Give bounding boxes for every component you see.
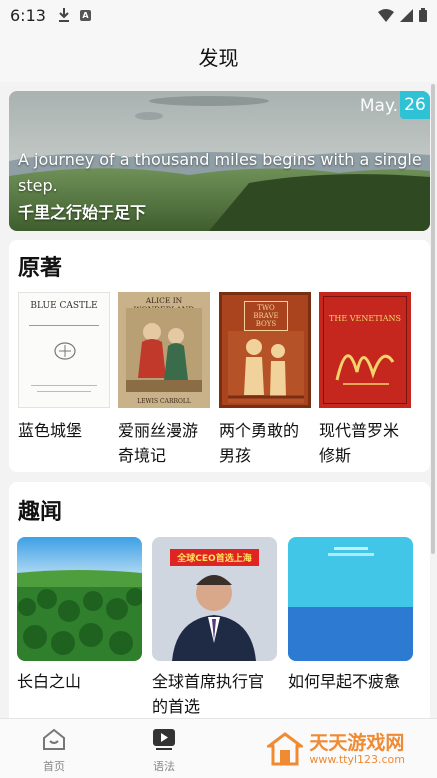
book-item[interactable]: THE VENETIANS 现代普罗米修斯 [319, 292, 411, 468]
discover-feed[interactable]: May. 26 A journey of a thousand miles be… [0, 82, 437, 718]
book-item[interactable]: ALICE IN WONDERLAND LEWIS CARROLL 爱丽丝漫游奇… [118, 292, 210, 468]
nav-label: 首页 [43, 760, 65, 773]
watermark-logo-icon [267, 732, 304, 766]
daily-quote-banner[interactable]: May. 26 A journey of a thousand miles be… [9, 91, 430, 231]
book-item[interactable]: BLUE CASTLE 蓝色城堡 [18, 292, 110, 443]
watermark-url: www.ttyl123.com [309, 752, 405, 766]
signal-icon [400, 8, 413, 22]
watermark-text: 天天游戏网 [309, 731, 405, 754]
scrollbar[interactable] [431, 84, 435, 554]
news-thumbnail [17, 537, 142, 661]
quote-chinese: 千里之行始于足下 [18, 203, 147, 222]
book-title: 现代普罗米修斯 [319, 421, 400, 465]
nav-label: 语法 [153, 760, 175, 773]
page-title: 发现 [0, 30, 437, 82]
book-cover: THE VENETIANS [319, 292, 411, 408]
quote-english: A journey of a thousand miles begins wit… [18, 150, 422, 195]
news-item[interactable]: 长白之山 [17, 537, 142, 694]
book-title: 蓝色城堡 [18, 421, 83, 440]
news-title: 长白之山 [17, 672, 82, 691]
site-watermark: 天天游戏网 www.ttyl123.com [267, 732, 405, 766]
home-icon [43, 728, 65, 750]
banner-month: May. [359, 96, 398, 116]
news-item[interactable]: 全球CEO首选上海 全球首席执行官的首选 [152, 537, 277, 718]
banner-day-badge: 26 [400, 91, 430, 119]
book-cover: BLUE CASTLE [18, 292, 110, 408]
news-item[interactable]: 如何早起不疲惫 [288, 537, 413, 694]
wifi-icon [378, 8, 394, 22]
books-card: 原著 BLUE CASTLE 蓝色城堡 ALICE IN WONDERLAND [9, 240, 430, 472]
nav-home[interactable]: 首页 [24, 727, 84, 774]
news-thumbnail [288, 537, 413, 661]
news-card: 趣闻 长白之山 全球CEO首选上海 全球首席执行官的首选 如何早起不疲惫 [9, 482, 430, 718]
status-time: 6:13 [10, 5, 46, 25]
app-notification-icon: A [79, 9, 91, 21]
news-title: 如何早起不疲惫 [288, 672, 401, 691]
book-title: 爱丽丝漫游奇境记 [118, 421, 199, 465]
nav-grammar[interactable]: 语法 [134, 727, 194, 774]
news-thumbnail: 全球CEO首选上海 [152, 537, 277, 661]
book-title: 两个勇敢的男孩 [219, 421, 300, 465]
news-section-title: 趣闻 [18, 500, 63, 525]
book-item[interactable]: TWO BRAVE BOYS 两个勇敢的男孩 [219, 292, 311, 468]
book-cover: TWO BRAVE BOYS [219, 292, 311, 408]
news-title: 全球首席执行官的首选 [152, 672, 265, 716]
book-cover: ALICE IN WONDERLAND LEWIS CARROLL [118, 292, 210, 408]
status-bar: 6:13 A [0, 0, 437, 30]
battery-icon [419, 8, 427, 22]
download-icon [58, 8, 69, 22]
books-section-title: 原著 [18, 256, 63, 281]
play-icon [153, 729, 175, 750]
